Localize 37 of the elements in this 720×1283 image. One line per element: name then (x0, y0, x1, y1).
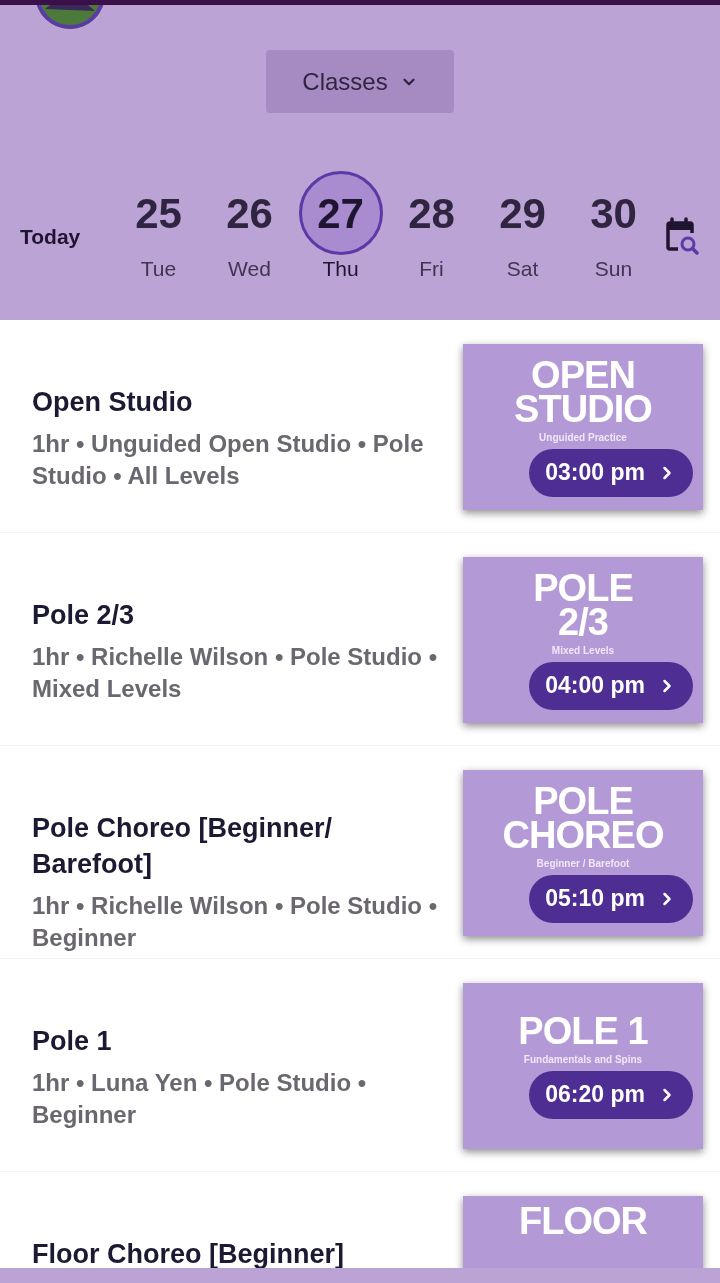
date-tab[interactable]: 25 Tue (113, 171, 204, 285)
class-card[interactable]: POLE CHOREO Beginner / Barefoot 05:10 pm (463, 770, 703, 936)
card-heading: OPEN (531, 357, 635, 392)
class-details: 1hr • Richelle Wilson • Pole Studio • Mixed Levels (32, 642, 439, 704)
card-subtitle: Fundamentals and Spins (523, 1052, 643, 1067)
card-heading: POLE (533, 783, 633, 818)
card-subtitle: Beginner / Barefoot (536, 856, 630, 871)
card-heading: CHOREO (502, 817, 664, 852)
time-button[interactable]: 06:20 pm (529, 1070, 693, 1119)
card-heading: POLE (533, 570, 633, 605)
class-card[interactable]: POLE 1 Fundamentals and Spins 06:20 pm (463, 983, 703, 1149)
class-title[interactable]: Pole 1 (32, 1023, 451, 1059)
time-button[interactable]: 05:10 pm (529, 874, 693, 923)
class-details: 1hr • Richelle Wilson • Pole Studio • Beginner (32, 891, 439, 953)
card-heading: FLOOR (518, 1204, 648, 1238)
class-details: 1hr • Luna Yen • Pole Studio • Beginner (32, 1068, 368, 1130)
class-title[interactable]: Open Studio (32, 384, 451, 420)
class-details: 1hr • Unguided Open Studio • Pole Studio • All Levels (32, 429, 425, 491)
date-tab[interactable]: 30 Sun (568, 171, 659, 285)
date-tab[interactable]: 26 Wed (204, 171, 295, 285)
time-button[interactable]: 03:00 pm (529, 448, 693, 497)
time-button[interactable]: 04:00 pm (529, 661, 693, 710)
class-card[interactable]: POLE 2/3 Mixed Levels 04:00 pm (463, 557, 703, 723)
today-label[interactable]: Today (0, 171, 113, 253)
card-heading: 2/3 (558, 604, 608, 639)
date-tab[interactable]: 29 Sat (477, 171, 568, 285)
class-card[interactable]: OPEN STUDIO Unguided Practice 03:00 pm (463, 344, 703, 510)
class-title[interactable]: Pole 2/3 (32, 597, 451, 633)
class-title[interactable]: Pole Choreo [Beginner/ Barefoot] (32, 810, 451, 882)
card-subtitle: Unguided Practice (539, 430, 627, 445)
date-tab[interactable]: 28 Fri (386, 171, 477, 285)
class-title[interactable]: Floor Choreo [Beginner] (32, 1236, 451, 1268)
card-heading: POLE 1 (518, 1013, 648, 1048)
calendar-search-icon[interactable] (664, 215, 700, 255)
card-heading: STUDIO (514, 391, 652, 426)
card-subtitle: Mixed Levels (551, 643, 615, 658)
classes-dropdown[interactable]: Classes (266, 50, 454, 113)
